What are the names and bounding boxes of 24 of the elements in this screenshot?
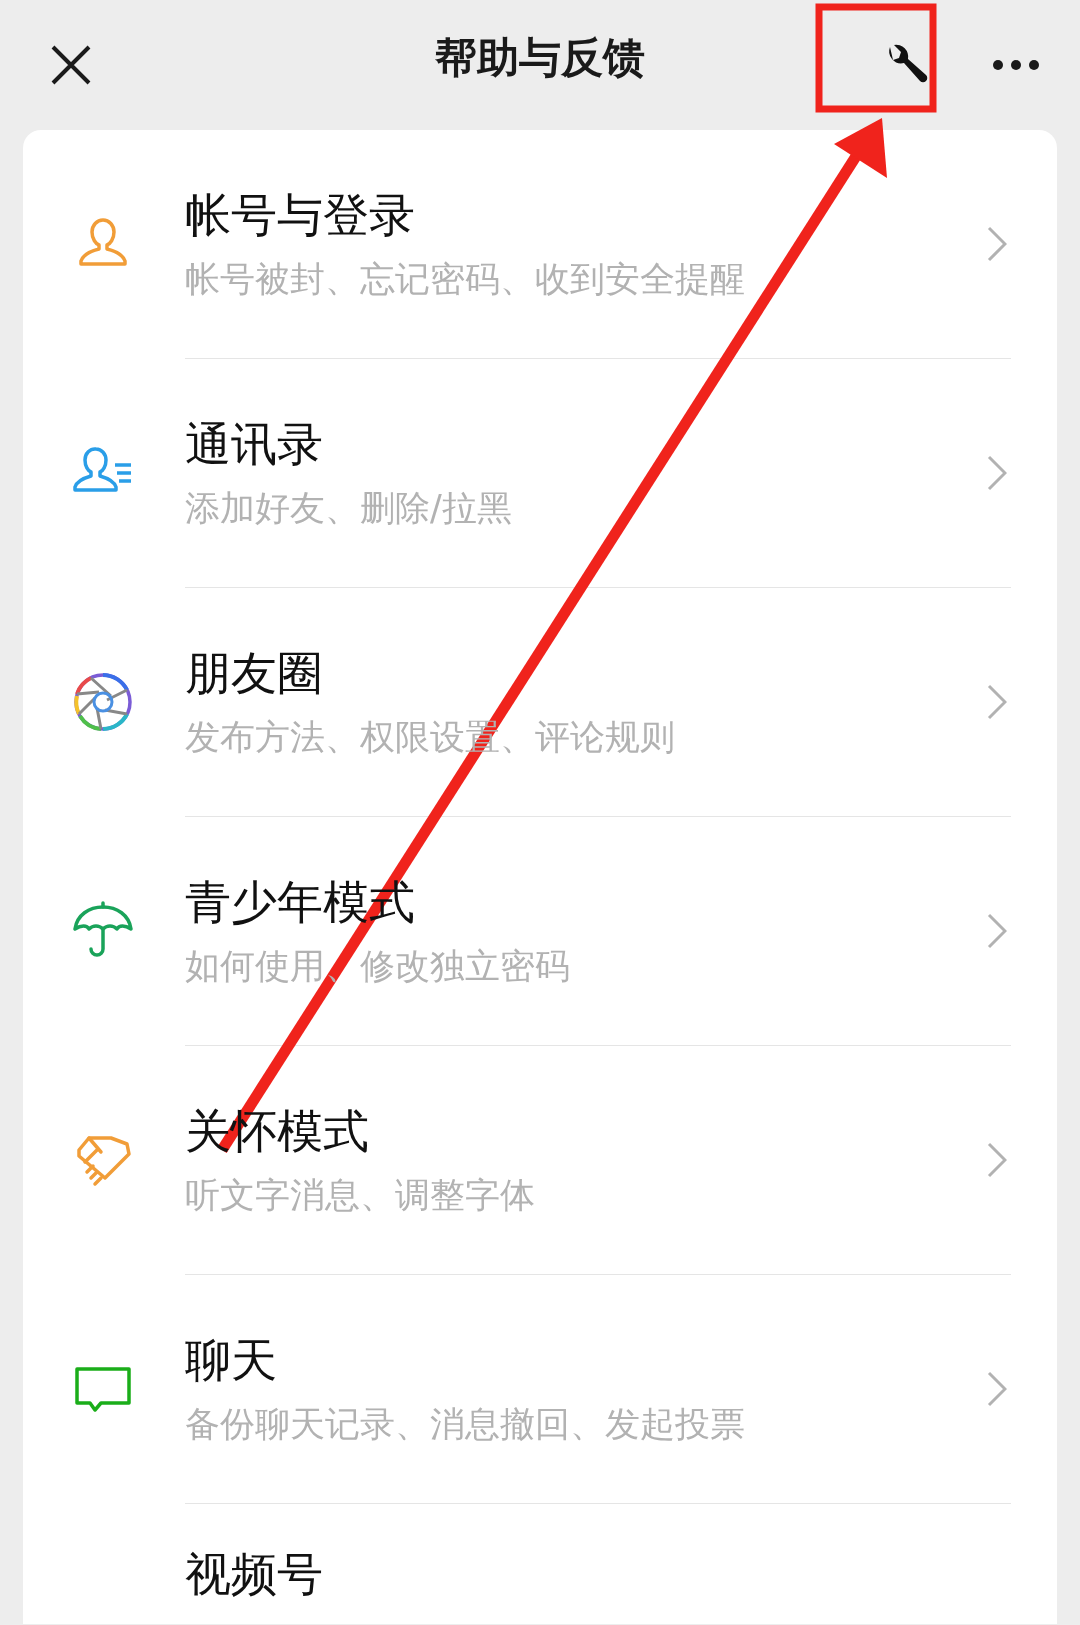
item-title: 帐号与登录 — [185, 187, 416, 243]
chevron-right-icon — [987, 226, 1007, 262]
item-description: 帐号被封、忘记密码、收到安全提醒 — [185, 258, 746, 301]
chevron-right-icon — [987, 913, 1007, 949]
aperture-icon — [71, 670, 135, 734]
menu-item[interactable]: 视频号 — [23, 1504, 1057, 1624]
chevron-right-icon — [987, 1371, 1007, 1407]
item-title: 朋友圈 — [185, 645, 324, 701]
item-title: 视频号 — [185, 1546, 324, 1602]
item-title: 聊天 — [185, 1332, 278, 1388]
item-title: 通讯录 — [185, 416, 324, 472]
menu-item[interactable]: 通讯录 添加好友、删除/拉黑 — [23, 359, 1057, 587]
close-icon[interactable] — [50, 44, 92, 86]
item-description: 听文字消息、调整字体 — [185, 1174, 536, 1217]
chevron-right-icon — [987, 455, 1007, 491]
item-description: 如何使用、修改独立密码 — [185, 945, 571, 988]
more-icon[interactable] — [992, 59, 1040, 71]
chevron-right-icon — [987, 684, 1007, 720]
page-title: 帮助与反馈 — [435, 33, 645, 82]
item-description: 添加好友、删除/拉黑 — [185, 487, 513, 530]
item-description: 备份聊天记录、消息撤回、发起投票 — [185, 1403, 746, 1446]
menu-item[interactable]: 聊天 备份聊天记录、消息撤回、发起投票 — [23, 1275, 1057, 1503]
menu-item[interactable]: 帐号与登录 帐号被封、忘记密码、收到安全提醒 — [23, 130, 1057, 358]
chevron-right-icon — [987, 1142, 1007, 1178]
